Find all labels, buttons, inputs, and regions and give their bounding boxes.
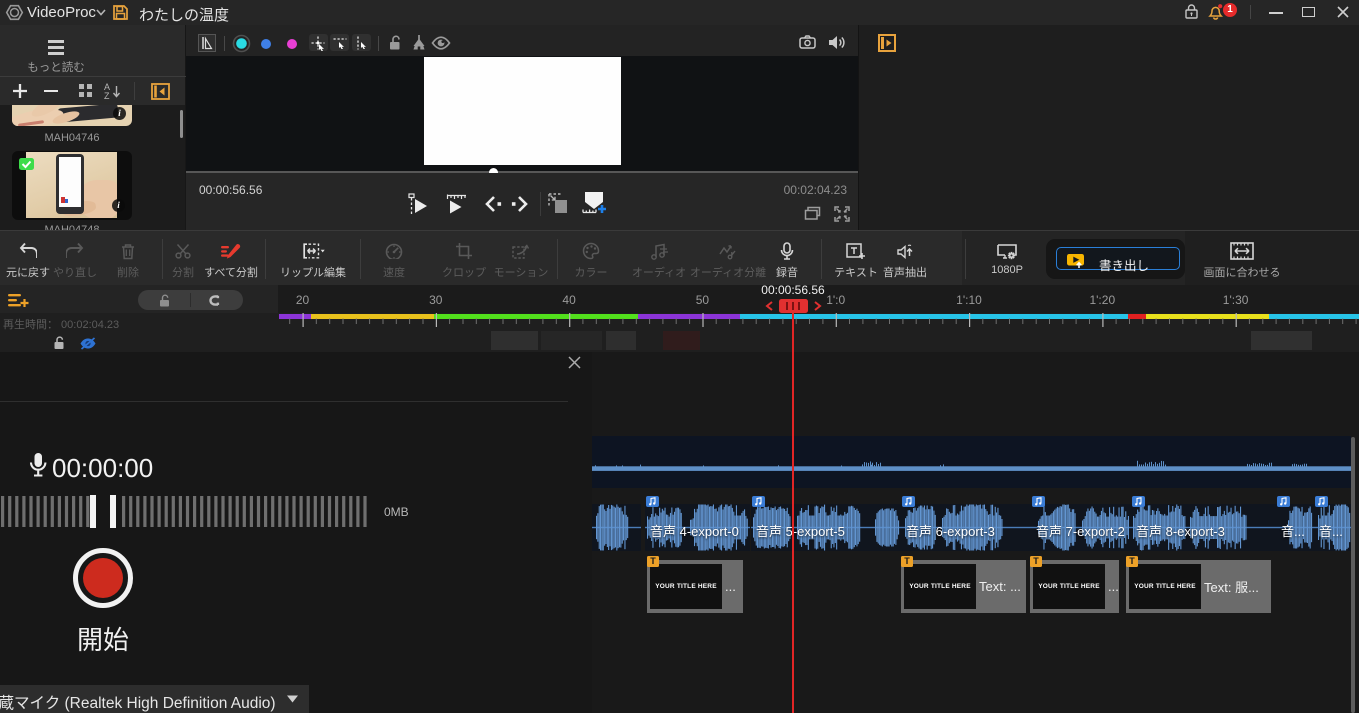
svg-text:Z: Z <box>104 91 110 100</box>
